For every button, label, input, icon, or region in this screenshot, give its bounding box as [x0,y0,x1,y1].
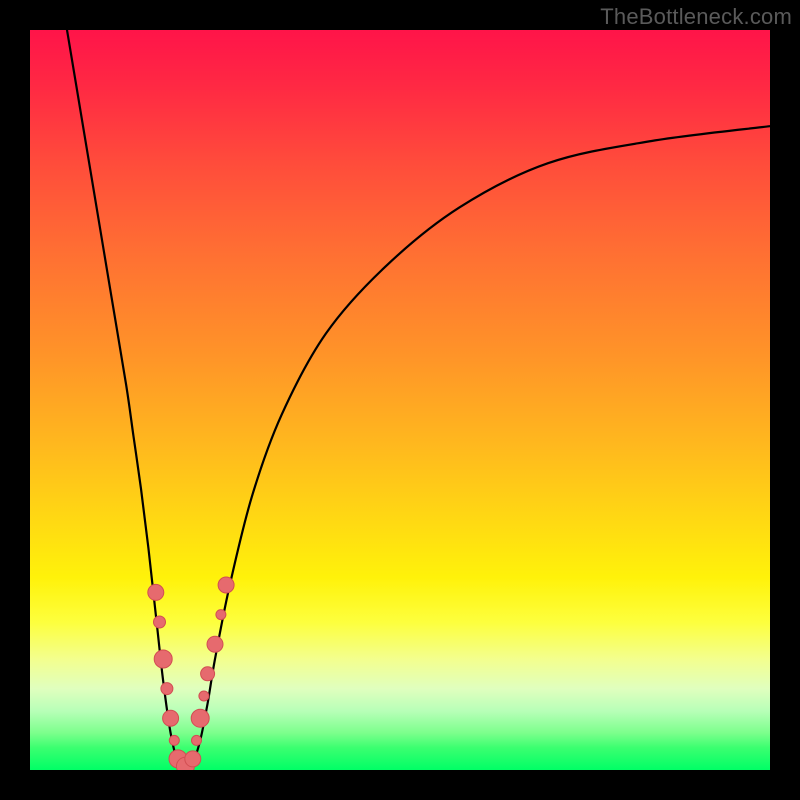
marker-dot [192,735,202,745]
marker-dot [185,751,201,767]
chart-frame: TheBottleneck.com [0,0,800,800]
marker-dot [148,584,164,600]
marker-dot [218,577,234,593]
marker-group [148,577,234,770]
marker-dot [161,683,173,695]
marker-dot [154,650,172,668]
marker-dot [216,610,226,620]
marker-dot [154,616,166,628]
marker-dot [199,691,209,701]
watermark-text: TheBottleneck.com [600,4,792,30]
marker-dot [191,709,209,727]
marker-dot [169,735,179,745]
marker-dot [163,710,179,726]
marker-dot [207,636,223,652]
bottleneck-curve-svg [30,30,770,770]
plot-area [30,30,770,770]
marker-dot [201,667,215,681]
